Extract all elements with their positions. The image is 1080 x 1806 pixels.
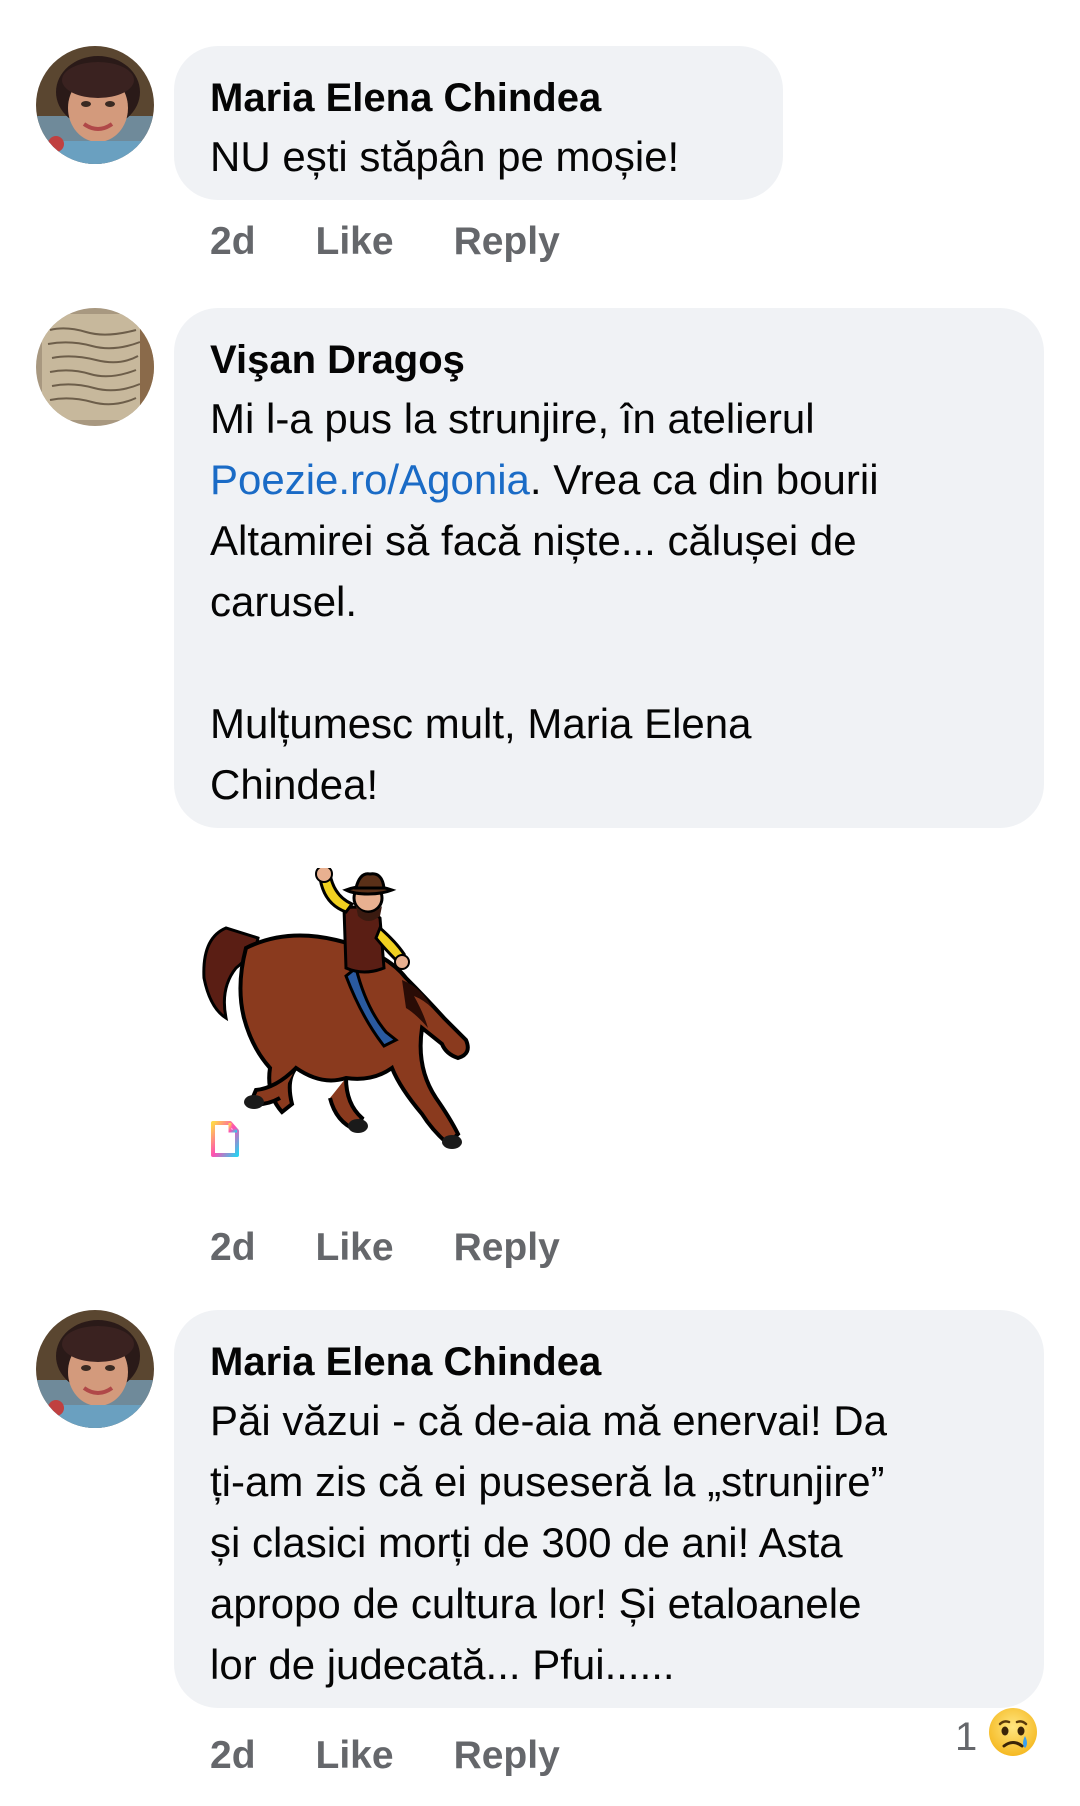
comment-bubble: Maria Elena Chindea Păi văzui - că de-ai… <box>174 1310 1044 1708</box>
author-name[interactable]: Maria Elena Chindea <box>210 1334 1008 1390</box>
sticker-badge-icon <box>210 1120 240 1158</box>
timestamp[interactable]: 2d <box>210 1226 256 1270</box>
comment-bubble: Vişan Dragoş Mi l-a pus la strunjire, în… <box>174 308 1044 828</box>
like-button[interactable]: Like <box>316 1734 394 1778</box>
like-button[interactable]: Like <box>316 220 394 264</box>
reply-button[interactable]: Reply <box>454 1734 560 1778</box>
comment-text: NU ești stăpân pe moșie! <box>210 133 680 180</box>
profile-photo-woman-icon <box>36 1310 154 1428</box>
comment-actions: 2d Like Reply <box>210 220 560 264</box>
comment-actions: 2d Like Reply <box>210 1226 560 1270</box>
timestamp[interactable]: 2d <box>210 220 256 264</box>
comment-text: Mi l-a pus la strunjire, în atelierul Po… <box>210 388 1008 815</box>
cowboy-horse-icon <box>202 865 470 1149</box>
reply-button[interactable]: Reply <box>454 220 560 264</box>
like-button[interactable]: Like <box>316 1226 394 1270</box>
profile-photo-handwritten-paper-icon <box>36 308 154 426</box>
avatar[interactable] <box>36 46 154 164</box>
profile-photo-woman-icon <box>36 46 154 164</box>
reaction-count: 1 <box>955 1714 978 1759</box>
timestamp[interactable]: 2d <box>210 1734 256 1778</box>
comment-text: Păi văzui - că de-aia mă enervai! Da ți-… <box>210 1397 887 1688</box>
avatar[interactable] <box>36 308 154 426</box>
reaction-summary[interactable]: 1 <box>955 1706 1039 1768</box>
comment-actions: 2d Like Reply <box>210 1734 560 1778</box>
comment-text-part: Mi l-a pus la strunjire, în atelierul <box>210 395 815 442</box>
comment-bubble: Maria Elena Chindea NU ești stăpân pe mo… <box>174 46 783 200</box>
avatar[interactable] <box>36 1310 154 1428</box>
comment-text-part: . Vrea ca din bourii Altamirei să facă n… <box>210 456 879 808</box>
poezie-link[interactable]: Poezie.ro/Agonia <box>210 456 530 503</box>
sad-face-icon <box>987 1706 1039 1768</box>
cowboy-on-bucking-horse-sticker[interactable] <box>196 865 492 1158</box>
reply-button[interactable]: Reply <box>454 1226 560 1270</box>
author-name[interactable]: Maria Elena Chindea <box>210 70 747 126</box>
author-name[interactable]: Vişan Dragoş <box>210 332 1008 388</box>
